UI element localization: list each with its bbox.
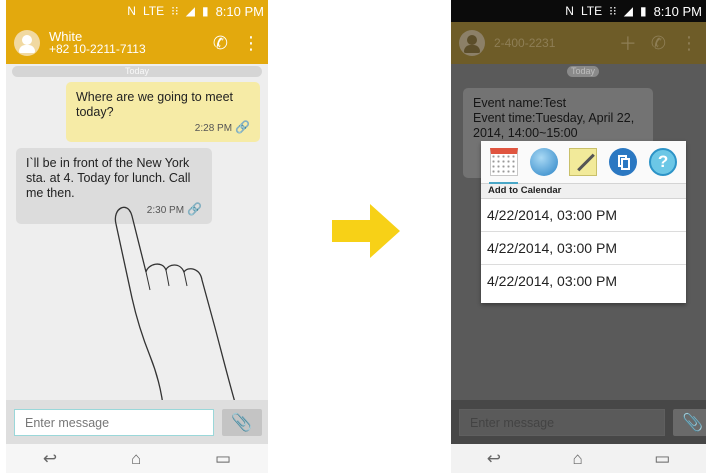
popup-header: Add to Calendar [481,183,686,199]
back-icon[interactable]: ↩ [43,449,57,469]
message-text: Event name:Test Event time:Tuesday, Apri… [473,96,635,140]
phone-screen-before: N LTE ⁝⁝ ◢ ▮ 8:10 PM White +82 10-2211-7… [6,0,268,473]
nfc-icon: N [127,4,136,18]
recent-apps-icon[interactable]: ▭ [654,449,670,469]
signal-icon: ◢ [623,4,633,18]
network-label: LTE [580,4,603,18]
help-icon[interactable]: ? [649,148,678,176]
date-divider: Today [567,66,599,77]
contact-number: +82 10-2211-7113 [49,42,146,56]
link-icon: 🔗 [235,120,250,134]
calendar-option[interactable]: 4/22/2014, 03:00 PM [481,265,686,297]
conversation-header: 2-400-2231 ＋ ✆ ⋮ [451,22,706,64]
attach-button[interactable]: 📎 [673,409,706,436]
touch-gesture-hand-icon [114,206,237,415]
sent-message-bubble[interactable]: Where are we going to meet today? 2:28 P… [66,82,260,142]
phone-icon[interactable]: ✆ [213,33,228,54]
recent-apps-icon[interactable]: ▭ [215,449,231,469]
signal-icon: ◢ [185,4,195,18]
transition-arrow-icon [332,204,400,258]
avatar[interactable] [459,30,485,56]
contact-info[interactable]: White +82 10-2211-7113 [49,30,199,56]
message-time: 2:28 PM [194,123,233,134]
battery-icon: ▮ [201,4,209,18]
paperclip-icon: 📎 [682,413,704,432]
message-input[interactable]: Enter message [14,409,214,436]
battery-icon: ▮ [639,4,647,18]
navigation-bar: ↩ ⌂ ▭ [451,444,706,473]
memo-icon[interactable] [569,148,598,176]
overflow-menu-icon[interactable]: ⋮ [680,33,698,54]
smart-link-popup: ? Add to Calendar 4/22/2014, 03:00 PM 4/… [481,141,686,303]
calendar-icon[interactable] [489,148,518,176]
phone-icon[interactable]: ✆ [651,33,666,54]
contact-number: 2-400-2231 [494,35,556,50]
status-time: 8:10 PM [653,3,702,19]
add-icon[interactable]: ＋ [619,30,637,56]
selected-indicator [489,182,518,184]
back-icon[interactable]: ↩ [487,449,501,469]
network-label: LTE [142,4,165,18]
conversation-header: White +82 10-2211-7113 ✆ ⋮ [6,22,268,64]
status-time: 8:10 PM [215,3,264,19]
attach-button[interactable]: 📎 [222,409,262,436]
contact-info[interactable]: 2-400-2231 [494,35,605,50]
home-icon[interactable]: ⌂ [131,449,141,469]
status-bar: N LTE ⁝⁝ ◢ ▮ 8:10 PM [6,0,268,22]
avatar[interactable] [14,30,40,56]
popup-action-icons: ? [481,141,686,184]
nfc-icon: N [565,4,574,18]
calendar-option[interactable]: 4/22/2014, 03:00 PM [481,199,686,232]
vibrate-icon: ⁝⁝ [609,4,617,18]
navigation-bar: ↩ ⌂ ▭ [6,444,268,473]
paperclip-icon: 📎 [231,413,253,432]
date-divider: Today [12,66,262,77]
copy-icon[interactable] [609,148,638,176]
overflow-menu-icon[interactable]: ⋮ [242,33,260,54]
vibrate-icon: ⁝⁝ [171,4,179,18]
calendar-option[interactable]: 4/22/2014, 03:00 PM [481,232,686,265]
home-icon[interactable]: ⌂ [572,449,582,469]
message-text: Where are we going to meet today? [76,90,234,119]
status-bar: N LTE ⁝⁝ ◢ ▮ 8:10 PM [451,0,706,22]
phone-screen-after: N LTE ⁝⁝ ◢ ▮ 8:10 PM 2-400-2231 ＋ ✆ ⋮ To… [451,0,706,473]
message-input[interactable]: Enter message [459,409,665,436]
globe-icon[interactable] [529,148,558,176]
